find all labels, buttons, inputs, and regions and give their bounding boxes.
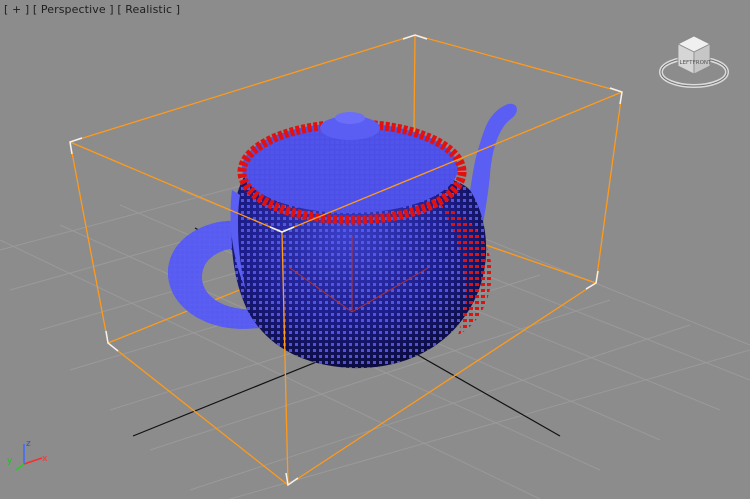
viewcube-left-face[interactable]: LEFT xyxy=(680,60,694,66)
viewport-label: [ + ] [ Perspective ] [ Realistic ] xyxy=(4,3,180,16)
perspective-viewport[interactable]: [ + ] [ Perspective ] [ Realistic ] LEFT… xyxy=(0,0,750,499)
axis-x-label: x xyxy=(42,454,48,464)
viewport-view-label[interactable]: [ Perspective ] xyxy=(33,3,114,16)
scene-canvas[interactable] xyxy=(0,0,750,499)
viewport-shading-label[interactable]: [ Realistic ] xyxy=(117,3,180,16)
viewcube-front-face[interactable]: FRONT xyxy=(693,60,712,66)
viewcube-icon[interactable]: LEFT FRONT xyxy=(658,30,730,94)
viewport-menu-plus[interactable]: [ + ] xyxy=(4,3,29,16)
axis-y-label: y xyxy=(7,456,13,466)
axis-z-label: z xyxy=(26,439,31,449)
axis-tripod-icon: z y x xyxy=(4,436,54,476)
teapot-particles[interactable] xyxy=(167,103,517,369)
